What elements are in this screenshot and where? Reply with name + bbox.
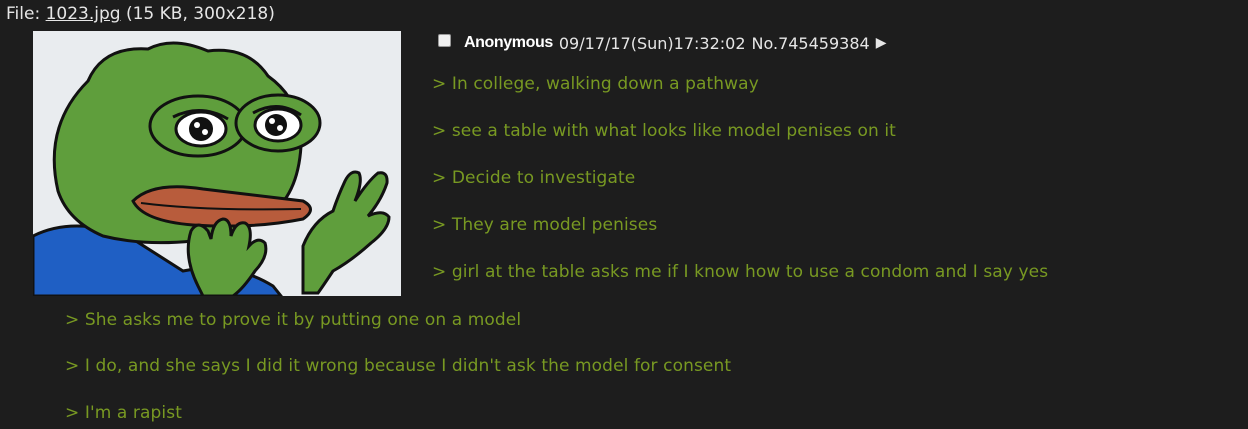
post-number-link[interactable]: No.745459384 <box>752 34 870 53</box>
file-info: File: 1023.jpg (15 KB, 300x218) <box>6 4 275 24</box>
file-label: File: <box>6 4 41 24</box>
greentext-line: > see a table with what looks like model… <box>432 121 896 141</box>
greentext-line: > I'm a rapist <box>65 403 182 423</box>
greentext-line: > In college, walking down a pathway <box>432 74 759 94</box>
greentext-line: > Decide to investigate <box>432 168 636 188</box>
post-header: Anonymous 09/17/17(Sun)17:32:02 No.74545… <box>438 31 886 55</box>
file-meta: (15 KB, 300x218) <box>125 4 275 24</box>
greentext-line: > I do, and she says I did it wrong beca… <box>65 356 732 376</box>
play-arrow-icon[interactable]: ▶ <box>876 35 887 51</box>
post-image-thumbnail[interactable] <box>33 31 401 296</box>
greentext-line: > They are model penises <box>432 215 658 235</box>
poster-name: Anonymous <box>464 34 553 51</box>
greentext-line: > girl at the table asks me if I know ho… <box>432 262 1049 282</box>
greentext-line: > She asks me to prove it by putting one… <box>65 310 522 330</box>
post-checkbox[interactable] <box>438 33 451 47</box>
post-datetime: 09/17/17(Sun)17:32:02 <box>558 33 746 53</box>
file-link[interactable]: 1023.jpg <box>46 4 121 24</box>
sad-frog-image <box>33 31 401 296</box>
